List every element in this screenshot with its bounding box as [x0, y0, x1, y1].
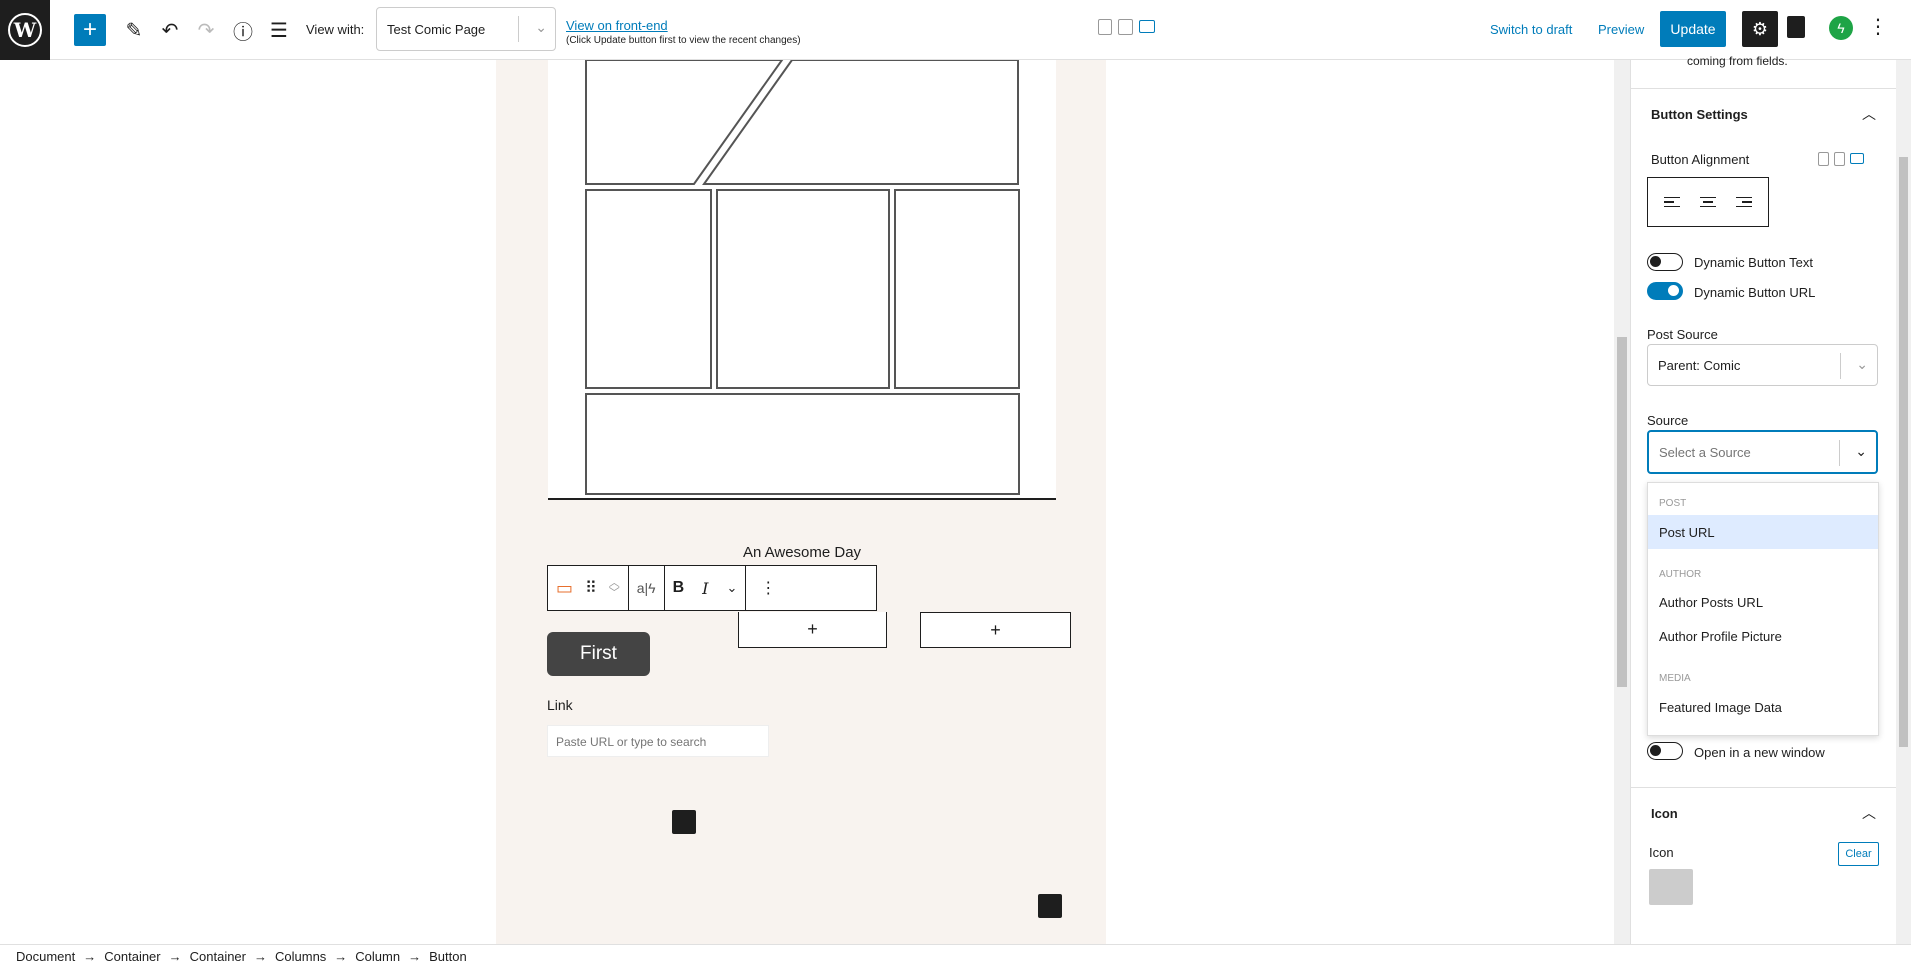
block-type-group: ▭ ⠿ ︿ ﹀ — [548, 566, 629, 610]
icon-preview-box[interactable] — [1649, 869, 1693, 905]
icon-label: Icon — [1649, 845, 1674, 860]
device-preview-switcher — [1098, 19, 1155, 35]
sidebar-scrollbar[interactable] — [1896, 60, 1911, 944]
post-source-value: Parent: Comic — [1658, 357, 1741, 373]
wordpress-w-icon: W — [8, 12, 42, 47]
dynamic-content-group: a|ϟ — [629, 566, 665, 610]
dynamic-button-url-toggle[interactable] — [1647, 282, 1683, 300]
dropdown-item-post-url[interactable]: Post URL — [1648, 515, 1878, 549]
lightning-bolt-icon[interactable]: ϟ — [1829, 16, 1853, 40]
chevron-up-icon[interactable]: ︿ — [1862, 803, 1876, 823]
alignment-device-switcher — [1818, 152, 1864, 166]
chevron-down-icon: ⌄ — [1855, 443, 1867, 459]
breadcrumb-button[interactable]: Button — [429, 949, 467, 964]
button-settings-title[interactable]: Button Settings — [1651, 107, 1748, 122]
block-options-group: ⋮ — [746, 566, 790, 610]
block-breadcrumb: Document → Container → Container → Columns →… — [0, 944, 1911, 967]
wordpress-logo[interactable]: W — [0, 0, 50, 60]
add-block-button[interactable]: + — [74, 14, 106, 46]
dropdown-item-author-posts-url[interactable]: Author Posts URL — [1648, 585, 1878, 619]
view-with-label: View with: — [306, 22, 365, 37]
dynamic-button-url-label: Dynamic Button URL — [1694, 285, 1816, 300]
switch-to-draft-button[interactable]: Switch to draft — [1490, 22, 1572, 37]
view-with-value: Test Comic Page — [387, 21, 486, 37]
dropdown-item-author-profile-picture[interactable]: Author Profile Picture — [1648, 619, 1878, 653]
add-block-plus-column3[interactable]: + — [920, 612, 1071, 648]
italic-icon[interactable]: I — [702, 579, 708, 598]
tablet-icon[interactable] — [1834, 152, 1845, 166]
update-button[interactable]: Update — [1660, 11, 1726, 47]
view-with-select[interactable]: Test Comic Page ⌄ — [376, 7, 556, 51]
open-new-window-label: Open in a new window — [1694, 745, 1825, 760]
breadcrumb-column[interactable]: Column — [355, 949, 400, 964]
align-right-icon[interactable] — [1736, 196, 1752, 208]
info-icon[interactable]: ⓘ — [227, 14, 259, 46]
button-block-icon[interactable]: ▭ — [556, 578, 573, 599]
open-new-window-toggle[interactable] — [1647, 742, 1683, 760]
breadcrumb-container[interactable]: Container — [190, 949, 246, 964]
block-options-icon[interactable]: ⋮ — [760, 578, 776, 598]
view-front-end-link[interactable]: View on front-end — [566, 18, 668, 33]
list-view-icon[interactable]: ☰ — [263, 14, 295, 46]
undo-icon[interactable]: ↶ — [154, 14, 186, 46]
link-url-input[interactable]: Paste URL or type to search — [547, 725, 769, 757]
link-label: Link — [547, 697, 573, 713]
preview-button[interactable]: Preview — [1598, 22, 1644, 37]
editor-canvas: An Awesome Day — [0, 60, 1614, 944]
dynamic-button-text-label: Dynamic Button Text — [1694, 255, 1813, 270]
chevron-down-icon: ⌄ — [1856, 356, 1868, 372]
source-label: Source — [1647, 413, 1689, 428]
source-placeholder: Select a Source — [1659, 444, 1751, 460]
dropdown-item-featured-image-data[interactable]: Featured Image Data — [1648, 690, 1878, 724]
post-source-select[interactable]: Parent: Comic ⌄ — [1647, 344, 1878, 386]
breadcrumb-container[interactable]: Container — [104, 949, 160, 964]
add-block-plus-column2[interactable]: + — [738, 612, 887, 648]
bold-icon[interactable]: B — [673, 579, 685, 597]
breadcrumb-columns[interactable]: Columns — [275, 949, 326, 964]
align-center-icon[interactable] — [1700, 196, 1716, 208]
source-select[interactable]: Select a Source ⌄ — [1647, 430, 1878, 474]
image-caption[interactable]: An Awesome Day — [548, 544, 1056, 561]
pencil-icon[interactable]: ✎ — [118, 14, 150, 46]
comic-panels-drawing — [585, 60, 1020, 495]
breadcrumb-document[interactable]: Document — [16, 949, 75, 964]
comic-image[interactable] — [548, 60, 1056, 500]
align-left-icon[interactable] — [1664, 196, 1680, 208]
more-formats-chevron-icon[interactable]: ⌄ — [726, 580, 737, 596]
button-alignment-group — [1647, 177, 1769, 227]
square-icon[interactable] — [1038, 894, 1062, 918]
chevron-up-icon[interactable]: ︿ — [1862, 104, 1876, 124]
mobile-icon[interactable] — [1098, 19, 1112, 35]
settings-gear-icon[interactable]: ⚙ — [1742, 11, 1778, 47]
chevron-down-icon: ⌄ — [535, 19, 547, 35]
dynamic-text-icon[interactable]: a|ϟ — [637, 580, 656, 596]
front-end-note: (Click Update button first to view the r… — [566, 35, 801, 46]
desktop-icon[interactable] — [1850, 153, 1864, 164]
dropdown-group-post: POST — [1659, 498, 1687, 509]
first-button-block[interactable]: First — [547, 632, 650, 676]
post-source-label: Post Source — [1647, 327, 1718, 342]
canvas-scrollbar[interactable] — [1614, 60, 1630, 944]
mobile-icon[interactable] — [1818, 152, 1829, 166]
dropdown-group-author: AUTHOR — [1659, 569, 1702, 580]
button-alignment-label: Button Alignment — [1651, 152, 1750, 167]
tablet-icon[interactable] — [1118, 19, 1133, 35]
dynamic-button-text-toggle[interactable] — [1647, 253, 1683, 271]
redo-icon[interactable]: ↷ — [190, 14, 222, 46]
format-group: B I ⌄ — [665, 566, 747, 610]
square-icon[interactable] — [672, 810, 696, 834]
drag-handle-icon[interactable]: ⠿ — [585, 578, 597, 598]
dropdown-group-media: MEDIA — [1659, 673, 1691, 684]
clear-icon-button[interactable]: Clear — [1838, 842, 1879, 866]
icon-section-title[interactable]: Icon — [1651, 806, 1678, 821]
move-up-down-icon[interactable]: ︿ ﹀ — [609, 578, 620, 599]
more-options-icon[interactable]: ⋮ — [1868, 14, 1888, 39]
calendar-icon[interactable] — [1787, 16, 1805, 38]
sidebar-help-text: coming from fields. — [1687, 54, 1788, 68]
block-toolbar: ▭ ⠿ ︿ ﹀ a|ϟ B I ⌄ ⋮ — [547, 565, 877, 611]
source-dropdown-menu: POST Post URL AUTHOR Author Posts URL Au… — [1647, 482, 1879, 736]
desktop-icon[interactable] — [1139, 20, 1155, 33]
